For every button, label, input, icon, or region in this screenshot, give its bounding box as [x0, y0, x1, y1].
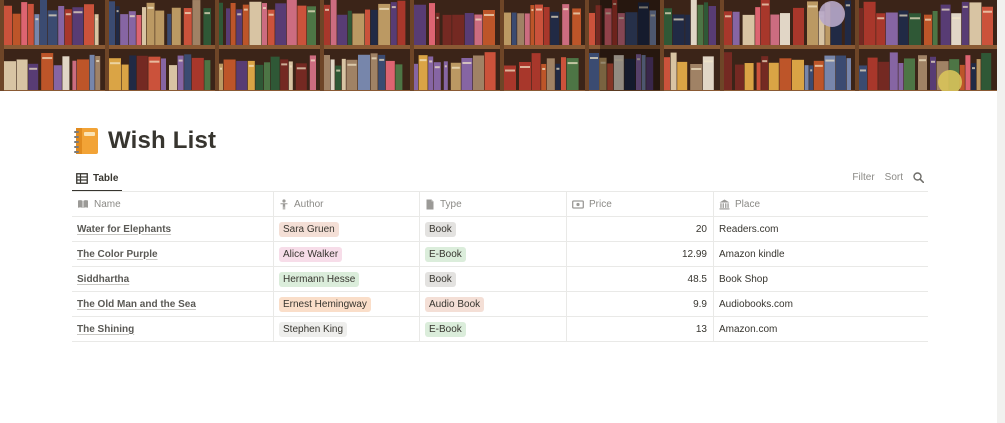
wish-list-table: Name Author Type Price Place Water for E…: [72, 191, 928, 342]
name-cell[interactable]: The Old Man and the Sea: [72, 292, 274, 316]
page-title-text: Wish List: [108, 127, 217, 154]
view-bar: Table Filter Sort: [72, 165, 928, 192]
cover-image: [0, 0, 997, 91]
search-button[interactable]: [913, 171, 924, 183]
table-row[interactable]: Siddhartha Hermann Hesse Book 48.5 Book …: [72, 267, 928, 292]
column-header-author[interactable]: Author: [274, 192, 420, 216]
view-actions: Filter Sort: [852, 165, 924, 189]
table-row[interactable]: The Shining Stephen King E-Book 13 Amazo…: [72, 317, 928, 342]
book-title-link[interactable]: Siddhartha: [77, 274, 129, 285]
filter-button[interactable]: Filter: [852, 172, 874, 183]
price-cell[interactable]: 12.99: [567, 242, 714, 266]
tab-table[interactable]: Table: [72, 165, 123, 192]
price-cell[interactable]: 48.5: [567, 267, 714, 291]
name-cell[interactable]: Water for Elephants: [72, 217, 274, 241]
bookshelf-illustration: [0, 0, 997, 91]
place-cell[interactable]: Readers.com: [714, 217, 928, 241]
search-icon: [913, 171, 924, 183]
column-header-author-label: Author: [294, 198, 324, 210]
place-cell[interactable]: Amazon.com: [714, 317, 928, 341]
author-cell[interactable]: Alice Walker: [274, 242, 420, 266]
name-cell[interactable]: The Color Purple: [72, 242, 274, 266]
author-tag: Alice Walker: [279, 246, 343, 262]
author-cell[interactable]: Stephen King: [274, 317, 420, 341]
column-header-price[interactable]: Price: [567, 192, 714, 216]
type-cell[interactable]: E-Book: [420, 317, 567, 341]
type-tag: E-Book: [425, 321, 466, 337]
type-tag: Book: [425, 271, 456, 287]
book-title-link[interactable]: The Color Purple: [77, 249, 158, 260]
place-value: Audiobooks.com: [719, 298, 793, 310]
scrollbar[interactable]: [997, 0, 1005, 423]
place-value: Amazon.com: [719, 323, 778, 335]
book-title-link[interactable]: The Shining: [77, 324, 134, 335]
place-value: Readers.com: [719, 223, 779, 235]
author-cell[interactable]: Sara Gruen: [274, 217, 420, 241]
type-tag: Book: [425, 221, 456, 237]
place-cell[interactable]: Book Shop: [714, 267, 928, 291]
column-header-name-label: Name: [94, 198, 121, 210]
author-tag: Stephen King: [279, 321, 348, 337]
price-cell[interactable]: 20: [567, 217, 714, 241]
price-cell[interactable]: 13: [567, 317, 714, 341]
table-row[interactable]: Water for Elephants Sara Gruen Book 20 R…: [72, 217, 928, 242]
table-header-row: Name Author Type Price Place: [72, 192, 928, 217]
column-header-place-label: Place: [735, 198, 761, 210]
type-cell[interactable]: Book: [420, 217, 567, 241]
author-cell[interactable]: Hermann Hesse: [274, 267, 420, 291]
book-title-link[interactable]: The Old Man and the Sea: [77, 299, 196, 310]
price-cell[interactable]: 9.9: [567, 292, 714, 316]
notebook-icon: [74, 128, 98, 154]
bank-icon: [719, 199, 730, 209]
document-icon: [426, 199, 434, 209]
person-icon: [280, 198, 288, 209]
price-value: 13: [695, 323, 707, 335]
place-cell[interactable]: Amazon kindle: [714, 242, 928, 266]
author-tag: Ernest Hemingway: [279, 296, 371, 312]
type-cell[interactable]: Book: [420, 267, 567, 291]
place-value: Amazon kindle: [719, 248, 785, 260]
table-icon: [76, 172, 88, 184]
name-cell[interactable]: Siddhartha: [72, 267, 274, 291]
type-tag: Audio Book: [425, 296, 485, 312]
column-header-place[interactable]: Place: [714, 192, 928, 216]
type-cell[interactable]: Audio Book: [420, 292, 567, 316]
table-row[interactable]: The Old Man and the Sea Ernest Hemingway…: [72, 292, 928, 317]
place-value: Book Shop: [719, 273, 768, 285]
name-cell[interactable]: The Shining: [72, 317, 274, 341]
column-header-name[interactable]: Name: [72, 192, 274, 216]
place-cell[interactable]: Audiobooks.com: [714, 292, 928, 316]
column-header-type-label: Type: [440, 198, 462, 210]
price-value: 48.5: [687, 273, 707, 285]
column-header-type[interactable]: Type: [420, 192, 567, 216]
author-tag: Hermann Hesse: [279, 271, 360, 287]
tab-table-label: Table: [93, 172, 119, 184]
money-icon: [572, 199, 584, 209]
column-header-price-label: Price: [589, 198, 612, 210]
open-book-icon: [78, 200, 88, 208]
type-tag: E-Book: [425, 246, 466, 262]
price-value: 12.99: [681, 248, 707, 260]
type-cell[interactable]: E-Book: [420, 242, 567, 266]
author-tag: Sara Gruen: [279, 221, 339, 237]
book-title-link[interactable]: Water for Elephants: [77, 224, 171, 235]
price-value: 20: [695, 223, 707, 235]
author-cell[interactable]: Ernest Hemingway: [274, 292, 420, 316]
sort-button[interactable]: Sort: [885, 172, 903, 183]
price-value: 9.9: [693, 298, 707, 310]
table-row[interactable]: The Color Purple Alice Walker E-Book 12.…: [72, 242, 928, 267]
page-title: Wish List: [72, 124, 216, 158]
